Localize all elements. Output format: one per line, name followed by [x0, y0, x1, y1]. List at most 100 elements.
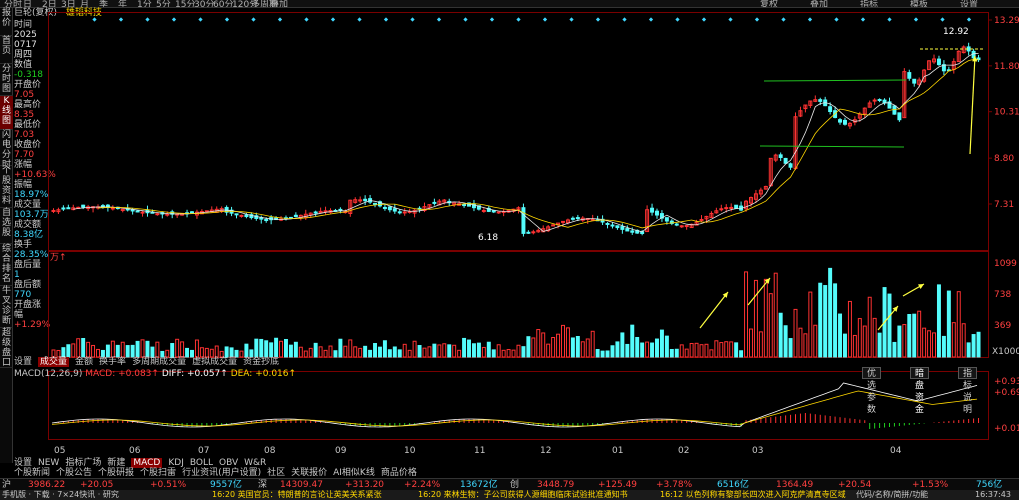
volume-bar — [392, 346, 397, 358]
mid_tabs-tab-5[interactable]: 虚拟成交量 — [192, 357, 237, 367]
top-tool-0[interactable]: 复权 — [760, 0, 778, 7]
month-label: 07 — [198, 446, 209, 455]
volume-bar — [971, 334, 976, 358]
sz-index[interactable]: 14309.47 — [280, 479, 323, 490]
sh-label: 沪 — [2, 480, 12, 490]
leftnav-item-4[interactable]: 闪电分时 — [0, 130, 13, 170]
ind_tabs-tab-7[interactable]: OBV — [219, 458, 238, 468]
leftnav-item-6[interactable]: 自选股 — [0, 208, 13, 244]
ind_tabs-tab-4[interactable]: MACD — [131, 458, 163, 468]
macd-legend: MACD(12,26,9) MACD: +0.083↑ DIFF: +0.057… — [14, 369, 296, 380]
period-tab[interactable]: 季 — [99, 0, 108, 7]
candle — [778, 154, 783, 158]
volume-bar — [635, 336, 640, 358]
mid_tabs-tab-1[interactable]: 成交量 — [38, 357, 70, 367]
ind_tabs-tab-5[interactable]: KDJ — [168, 458, 184, 468]
period-tab[interactable]: 月 — [80, 0, 89, 7]
mid_tabs-tab-3[interactable]: 换手率 — [99, 357, 126, 367]
low-label: 最低价 — [14, 120, 42, 130]
volume-bar — [293, 341, 298, 358]
high-label: 最高价 — [14, 100, 42, 110]
volume-bar — [679, 344, 684, 358]
mid_tabs-tab-6[interactable]: 资金抄底 — [243, 357, 279, 367]
volume-bar — [397, 349, 402, 358]
sh-change: +20.05 — [80, 480, 114, 490]
sh-index[interactable]: 3986.22 — [28, 479, 65, 490]
row2_tabs-tab-1[interactable]: 个股公告 — [56, 468, 92, 478]
ind_tabs-tab-0[interactable]: 设置 — [14, 458, 32, 468]
row2_tabs-tab-8[interactable]: 商品价格 — [381, 468, 417, 478]
period-tab[interactable]: 15分 — [175, 0, 195, 7]
period-tab[interactable]: 分时 — [4, 0, 22, 7]
volume-bar — [447, 344, 452, 358]
period-tab[interactable]: 30分 — [194, 0, 214, 7]
candle — [842, 119, 847, 125]
code-search-input[interactable]: 代码/名称/简拼/功能 — [856, 490, 928, 500]
row2_tabs-tab-6[interactable]: 关联报价 — [291, 468, 327, 478]
signal-marker — [304, 17, 309, 22]
volume-bar — [501, 349, 506, 358]
period-tab[interactable]: 1分 — [137, 0, 152, 7]
cy-index[interactable]: 3448.79 — [537, 479, 574, 490]
app-links[interactable]: 手机版 · 下载 · 7×24快讯 · 研究 — [2, 490, 119, 500]
volume-bar — [353, 346, 358, 358]
volume-bar — [254, 338, 259, 358]
volume-bar — [561, 324, 565, 358]
x-index[interactable]: 1364.49 — [776, 479, 813, 490]
leftnav-item-0[interactable]: 报价 — [0, 8, 13, 36]
leftnav-item-9[interactable]: 超级盘口 — [0, 328, 13, 368]
mid_tabs-tab-0[interactable]: 设置 — [14, 357, 32, 367]
period-tab[interactable]: 叠加 — [270, 0, 288, 7]
volume-bar — [862, 325, 867, 358]
volume-bar — [452, 344, 457, 358]
period-tab[interactable]: 年 — [118, 0, 127, 7]
dea-value: DEA: +0.016↑ — [230, 369, 297, 379]
mid_tabs-tab-4[interactable]: 多周期成交量 — [132, 357, 186, 367]
mid_tabs-tab-2[interactable]: 金额 — [75, 357, 93, 367]
volume-bar — [120, 341, 125, 358]
volume-bar — [966, 342, 971, 358]
volume-bar — [407, 349, 412, 358]
row2_tabs-tab-2[interactable]: 个股研报 — [98, 468, 134, 478]
macd-option-1[interactable]: 暗盘资金 — [910, 367, 930, 415]
news-item-3[interactable]: 16:12 以色列称有黎部长四次进入阿克萨清真寺区域 — [660, 490, 846, 500]
leftnav-item-2[interactable]: 分时图 — [0, 64, 13, 96]
row2_tabs-tab-4[interactable]: 行业资讯(用户设置) — [182, 468, 261, 478]
macd-option-0[interactable]: 优选参数 — [862, 367, 882, 415]
row2_tabs-tab-3[interactable]: 个股扫雷 — [140, 468, 176, 478]
cy-change: +125.49 — [598, 480, 638, 490]
row2_tabs-tab-0[interactable]: 个股新闻 — [14, 468, 50, 478]
volume-bar — [753, 279, 758, 358]
month-label: 08 — [264, 446, 276, 455]
leftnav-item-3[interactable]: K线图 — [0, 96, 13, 130]
period-tab[interactable]: 3日 — [61, 0, 76, 7]
period-tab[interactable]: 5分 — [156, 0, 171, 7]
macd-option-2[interactable]: 指标说明 — [958, 367, 978, 415]
period-tab[interactable]: 60分 — [213, 0, 233, 7]
volume-bar — [303, 350, 308, 358]
sz-label: 深 — [258, 480, 268, 490]
row2_tabs-tab-7[interactable]: AI相似K线 — [333, 468, 375, 478]
news-item-2[interactable]: 16:20 来林生物：子公司获得人源细胞临床试验批准通知书 — [418, 490, 628, 500]
ind_tabs-tab-6[interactable]: BOLL — [190, 458, 213, 468]
ind_tabs-tab-3[interactable]: 新建 — [107, 458, 125, 468]
leftnav-item-5[interactable]: 个股资料 — [0, 166, 13, 208]
ind_tabs-tab-2[interactable]: 指标广场 — [65, 458, 101, 468]
ind_tabs-tab-8[interactable]: W&R — [244, 458, 266, 468]
top-tool-1[interactable]: 叠加 — [810, 0, 828, 7]
price-axis-label: 8.80 — [994, 154, 1014, 164]
news-item-1[interactable]: 16:20 英国官员：特朗普的言论让英美关系紧张 — [212, 490, 382, 500]
period-tab[interactable]: 日 — [23, 0, 32, 7]
top-tool-4[interactable]: 设置 — [960, 0, 978, 7]
leftnav-item-8[interactable]: 牛叉诊断 — [0, 286, 13, 328]
leftnav-item-1[interactable]: 首页 — [0, 36, 13, 64]
leftnav-item-7[interactable]: 综合排名 — [0, 244, 13, 286]
signal-marker — [860, 17, 866, 22]
ind_tabs-tab-1[interactable]: NEW — [38, 458, 59, 468]
period-tab[interactable]: 2日 — [42, 0, 57, 7]
top-tool-3[interactable]: 模板 — [910, 0, 928, 7]
volume-bar — [491, 349, 496, 358]
volume-bar — [729, 341, 734, 358]
top-tool-2[interactable]: 指标 — [860, 0, 878, 7]
row2_tabs-tab-5[interactable]: 社区 — [267, 468, 285, 478]
